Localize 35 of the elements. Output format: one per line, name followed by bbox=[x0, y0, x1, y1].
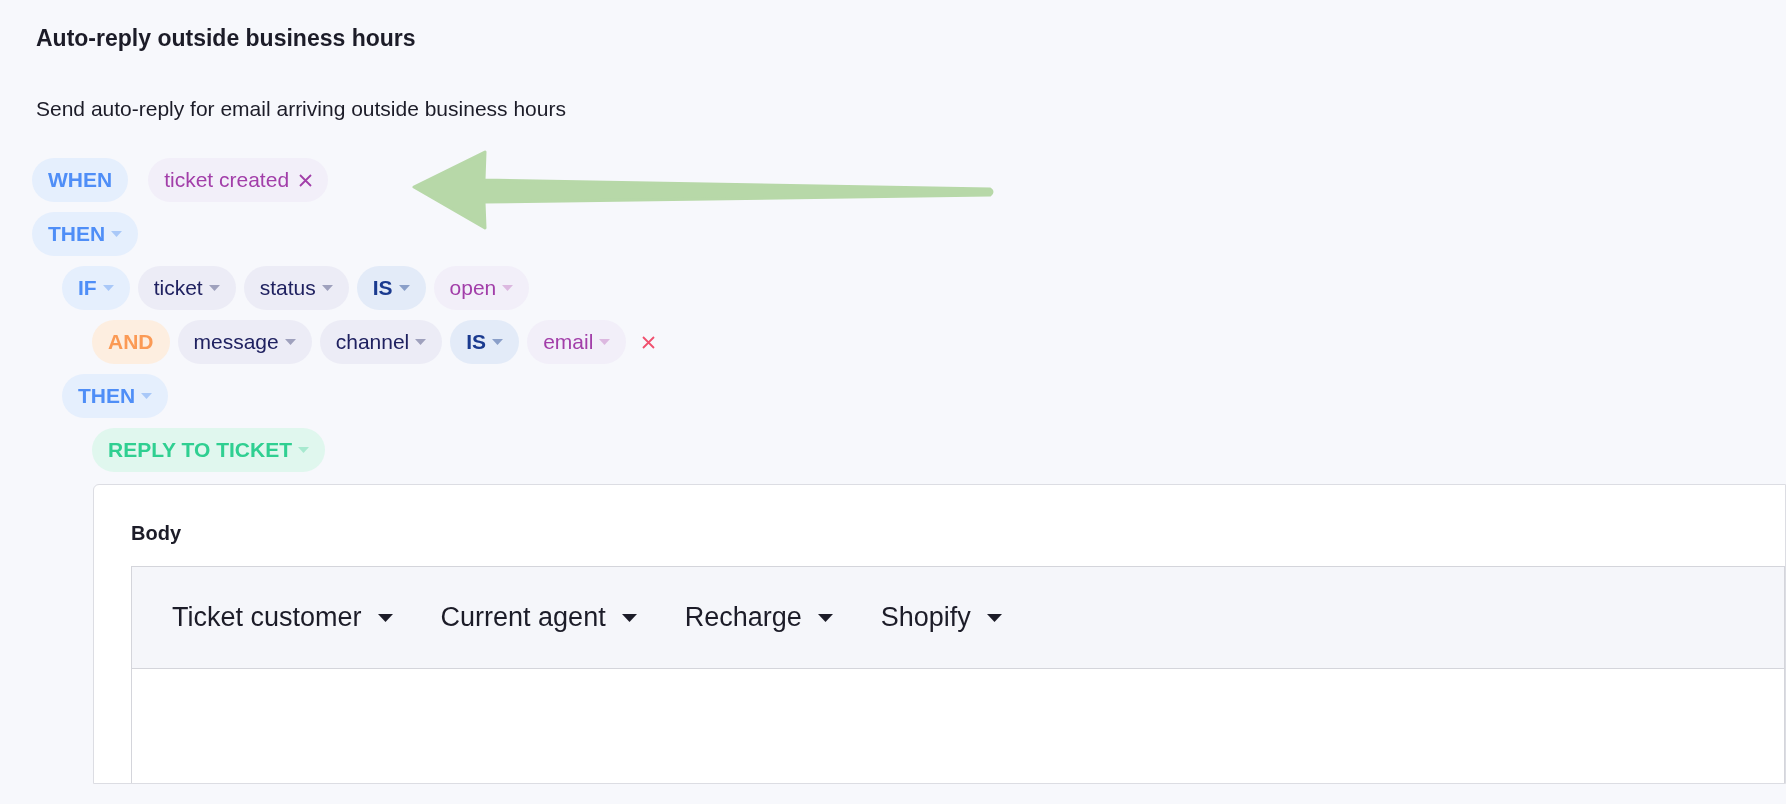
field-label: Body bbox=[131, 521, 182, 545]
caret-icon bbox=[599, 339, 611, 345]
field-dropdown[interactable]: ticket bbox=[137, 266, 236, 310]
value-dropdown[interactable]: email bbox=[527, 320, 627, 364]
caret-icon bbox=[284, 339, 296, 345]
operator-dropdown[interactable]: IS bbox=[356, 266, 426, 310]
caret-icon bbox=[208, 285, 220, 291]
value-dropdown[interactable]: open bbox=[433, 266, 530, 310]
text-editor[interactable]: Ticket customer Current agent Recharge Shopify bbox=[131, 566, 1785, 783]
variable-menu[interactable]: Recharge bbox=[684, 597, 833, 638]
caret-icon bbox=[415, 339, 427, 345]
caret-icon bbox=[502, 285, 514, 291]
caret-icon bbox=[492, 339, 504, 345]
rule-description: Send auto-reply for email arriving outside business hours bbox=[36, 96, 567, 122]
caret-icon bbox=[321, 285, 333, 291]
field-dropdown[interactable]: message bbox=[177, 320, 312, 364]
operator-dropdown[interactable]: IS bbox=[450, 320, 520, 364]
caret-icon bbox=[621, 613, 637, 622]
caret-icon bbox=[298, 447, 309, 453]
caret-icon bbox=[398, 285, 410, 291]
variable-menu[interactable]: Current agent bbox=[440, 597, 637, 638]
caret-icon bbox=[377, 613, 393, 622]
caret-icon bbox=[102, 285, 114, 291]
event-tag[interactable]: ticket created bbox=[148, 158, 329, 202]
close-icon[interactable] bbox=[299, 173, 313, 187]
caret-icon bbox=[111, 231, 123, 237]
caret-icon bbox=[141, 393, 153, 399]
variable-menu[interactable]: Ticket customer bbox=[172, 597, 393, 638]
variable-menu[interactable]: Shopify bbox=[880, 597, 1002, 638]
caret-icon bbox=[986, 613, 1002, 622]
rule-title: Auto-reply outside business hours bbox=[36, 24, 417, 52]
field-dropdown[interactable]: status bbox=[243, 266, 349, 310]
caret-icon bbox=[817, 613, 833, 622]
close-icon[interactable] bbox=[642, 335, 656, 349]
field-dropdown[interactable]: channel bbox=[319, 320, 443, 364]
